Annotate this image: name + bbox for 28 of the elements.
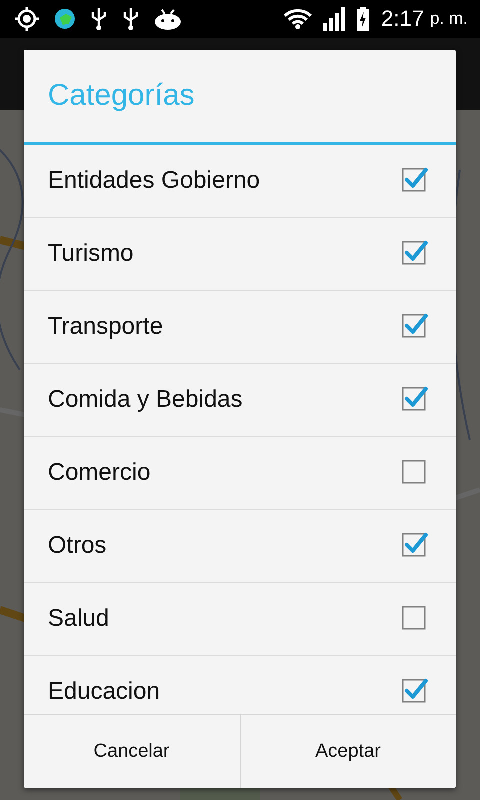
clock-time: 2:17	[381, 6, 424, 32]
category-label: Comida y Bebidas	[48, 386, 243, 414]
globe-icon	[54, 8, 76, 30]
category-label: Entidades Gobierno	[48, 167, 260, 195]
cancel-button[interactable]: Cancelar	[24, 715, 240, 788]
category-label: Comercio	[48, 459, 151, 487]
category-label: Turismo	[48, 240, 134, 268]
usb-icon	[122, 6, 140, 32]
category-label: Transporte	[48, 313, 164, 341]
category-label: Otros	[48, 532, 107, 560]
wifi-icon	[283, 8, 314, 30]
category-item[interactable]: Turismo	[24, 218, 456, 291]
signal-icon	[323, 7, 348, 31]
location-icon	[14, 6, 40, 32]
accept-button[interactable]: Aceptar	[240, 715, 456, 788]
category-item[interactable]: Salud	[24, 583, 456, 656]
category-item[interactable]: Otros	[24, 510, 456, 583]
usb-icon	[90, 6, 108, 32]
category-item[interactable]: Comida y Bebidas	[24, 364, 456, 437]
battery-charging-icon	[357, 7, 370, 31]
category-label: Educacion	[48, 678, 160, 706]
category-item[interactable]: Transporte	[24, 291, 456, 364]
category-item[interactable]: Entidades Gobierno	[24, 145, 456, 218]
dialog-title: Categorías	[24, 50, 456, 145]
category-item[interactable]: Comercio	[24, 437, 456, 510]
clock-period: p. m.	[430, 9, 468, 29]
category-label: Salud	[48, 605, 110, 633]
android-icon	[154, 8, 182, 30]
